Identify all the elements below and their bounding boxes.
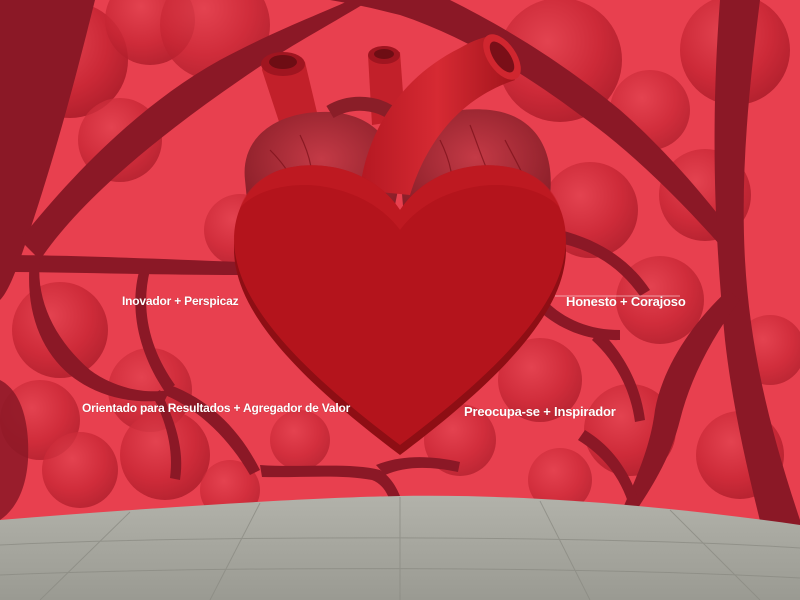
blood-cell: [42, 432, 118, 508]
label-results-oriented-value-adding: Orientado para Resultados + Agregador de…: [82, 401, 351, 415]
label-honest-courageous: Honesto + Corajoso: [566, 294, 686, 309]
label-caring-inspiring: Preocupa-se + Inspirador: [464, 404, 616, 419]
floor: [0, 495, 800, 600]
label-innovative-perceptive: Inovador + Perspicaz: [122, 294, 239, 308]
blood-cell: [270, 410, 330, 470]
